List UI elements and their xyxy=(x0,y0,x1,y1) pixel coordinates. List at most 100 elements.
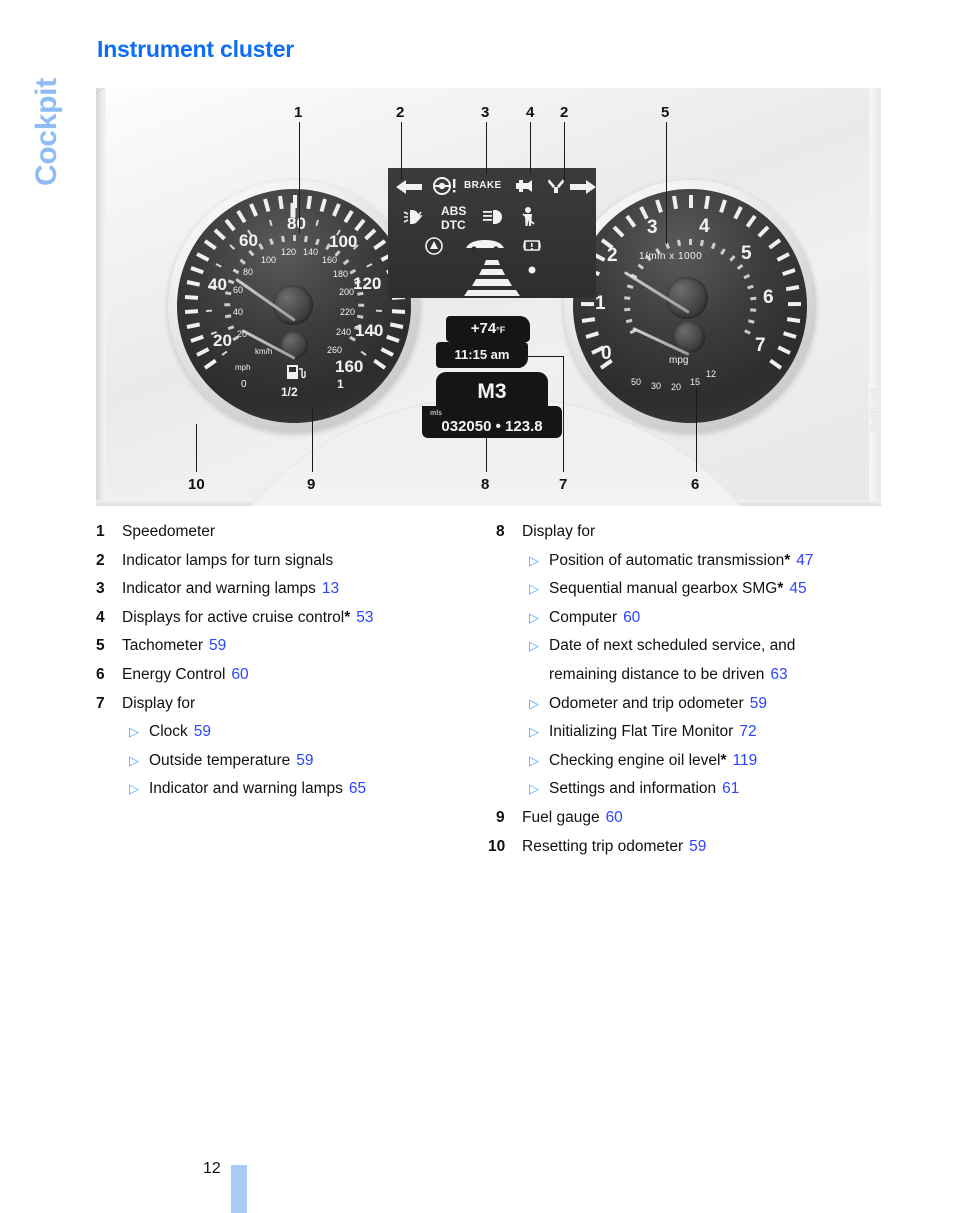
gauge-tick xyxy=(225,291,232,296)
legend-item-2: 2 Indicator lamps for turn signals xyxy=(96,547,496,576)
legend-subitem-label: Date of next scheduled service, and rema… xyxy=(549,637,796,683)
speedometer-face: 20 40 60 80 100 120 140 160 20 40 60 80 … xyxy=(177,189,411,423)
gauge-tick xyxy=(729,254,736,262)
callout-top-2b: 2 xyxy=(560,104,569,121)
page-ref[interactable]: 60 xyxy=(606,809,623,826)
legend-subitem: ▷ Computer 60 xyxy=(496,604,896,633)
legend-subitem-label: Position of automatic transmission xyxy=(549,551,785,569)
gauge-tick xyxy=(743,273,750,279)
page-ref[interactable]: 59 xyxy=(296,752,313,769)
legend-item-3: 3 Indicator and warning lamps 13 xyxy=(96,575,496,604)
legend-subitem: ▷ Checking engine oil level* 119 xyxy=(496,747,896,776)
gauge-tick xyxy=(637,263,644,270)
legend-subitem: ▷ Clock 59 xyxy=(96,718,496,747)
callout-top-4: 4 xyxy=(526,104,535,121)
page-ref[interactable]: 119 xyxy=(733,752,758,769)
callout-leader-8 xyxy=(486,438,487,472)
speed-label-140: 140 xyxy=(355,321,384,340)
bullet-triangle-icon: ▷ xyxy=(129,724,139,740)
tach-label-6: 6 xyxy=(763,287,774,308)
legend-text: Display for xyxy=(122,694,196,712)
gauge-tick xyxy=(206,309,213,312)
callout-top-3: 3 xyxy=(481,104,490,121)
legend-text-label: Tachometer xyxy=(122,637,203,655)
odometer-display: mls 032050 • 123.8 xyxy=(422,406,562,438)
legend-text: Energy Control 60 xyxy=(122,661,496,690)
gauge-tick xyxy=(293,235,296,241)
page-ref[interactable]: 59 xyxy=(209,637,226,654)
legend-item-7: 7 Display for xyxy=(96,690,496,719)
legend-subitem-text: Outside temperature 59 xyxy=(149,747,496,776)
page-ref[interactable]: 45 xyxy=(789,580,806,597)
page-title: Instrument cluster xyxy=(97,36,295,62)
legend-number: 10 xyxy=(488,837,506,855)
page-ref[interactable]: 60 xyxy=(231,666,248,683)
page-ref[interactable]: 47 xyxy=(796,552,813,569)
economy-label-12: 12 xyxy=(706,369,717,379)
tach-label-4: 4 xyxy=(699,216,710,237)
gauge-tick xyxy=(710,242,715,250)
gauge-tick xyxy=(757,225,770,238)
legend-number: 3 xyxy=(96,580,105,598)
legend-item-5: 5 Tachometer 59 xyxy=(96,632,496,661)
option-asterisk: * xyxy=(344,608,351,626)
legend-subitem-text: Settings and information 61 xyxy=(549,775,896,804)
legend-item-4: 4 Displays for active cruise control* 53 xyxy=(96,604,496,633)
callout-leader-4 xyxy=(530,122,531,174)
legend-item-6: 6 Energy Control 60 xyxy=(96,661,496,690)
legend-subitem-label: Checking engine oil level xyxy=(549,751,721,769)
callout-top-1: 1 xyxy=(294,104,303,121)
callout-leader-2b xyxy=(564,122,565,180)
page-ref[interactable]: 63 xyxy=(770,666,787,683)
bullet-triangle-icon: ▷ xyxy=(529,581,539,597)
figure-watermark: MP01MPW xyxy=(868,388,877,432)
legend-item-1: 1 Speedometer xyxy=(96,518,496,547)
clock-value: 11:15 am xyxy=(454,347,510,362)
gauge-tick xyxy=(769,358,783,370)
kmh-label-180: 180 xyxy=(333,269,349,279)
kmh-label-60: 60 xyxy=(233,285,244,295)
kmh-label-40: 40 xyxy=(233,307,244,317)
option-asterisk: * xyxy=(784,551,791,569)
gauge-tick xyxy=(689,239,692,245)
cruise-lane-icon xyxy=(464,260,536,296)
page-ref[interactable]: 53 xyxy=(356,609,373,626)
legend-item-9: 9 Fuel gauge 60 xyxy=(496,804,896,833)
callout-top-5: 5 xyxy=(661,104,670,121)
gauge-tick xyxy=(699,239,704,247)
gauge-tick xyxy=(745,214,757,228)
legend-text-label: Fuel gauge xyxy=(522,808,600,826)
bullet-triangle-icon: ▷ xyxy=(529,695,539,711)
speedometer-gauge: 20 40 60 80 100 120 140 160 20 40 60 80 … xyxy=(168,180,420,432)
gauge-tick xyxy=(624,308,631,311)
indicator-lamp-panel: BRAKE ABS DTC xyxy=(388,168,596,298)
page-ref[interactable]: 13 xyxy=(322,580,339,597)
legend-subitem-label: Indicator and warning lamps xyxy=(149,780,343,798)
page-ref[interactable]: 72 xyxy=(739,723,756,740)
bullet-triangle-icon: ▷ xyxy=(529,781,539,797)
page-edge-marker xyxy=(231,1165,247,1213)
page-ref[interactable]: 59 xyxy=(750,695,767,712)
page-ref[interactable]: 65 xyxy=(349,780,366,797)
legend-subitem: ▷ Settings and information 61 xyxy=(496,775,896,804)
legend-subitem: ▷ Sequential manual gearbox SMG* 45 xyxy=(496,575,896,604)
figure-left-edge xyxy=(96,88,106,506)
page-ref[interactable]: 59 xyxy=(194,723,211,740)
page-ref[interactable]: 59 xyxy=(689,838,706,855)
gauge-tick xyxy=(720,247,726,255)
legend-number: 1 xyxy=(96,523,105,540)
gauge-tick xyxy=(787,301,802,306)
callout-bottom-6: 6 xyxy=(691,476,700,493)
legend-subitem-label: Clock xyxy=(149,723,188,741)
callout-leader-2 xyxy=(401,122,402,180)
callout-leader-7-h xyxy=(524,356,564,357)
gauge-tick xyxy=(358,303,365,307)
page-ref[interactable]: 60 xyxy=(623,609,640,626)
tach-label-2: 2 xyxy=(607,245,618,266)
legend-number: 6 xyxy=(96,665,105,683)
page-ref[interactable]: 61 xyxy=(722,780,739,797)
abs-text-lamp: ABS xyxy=(441,204,467,218)
callout-leader-7 xyxy=(563,356,564,472)
gauge-tick xyxy=(786,316,801,323)
kmh-label-120: 120 xyxy=(281,247,297,257)
